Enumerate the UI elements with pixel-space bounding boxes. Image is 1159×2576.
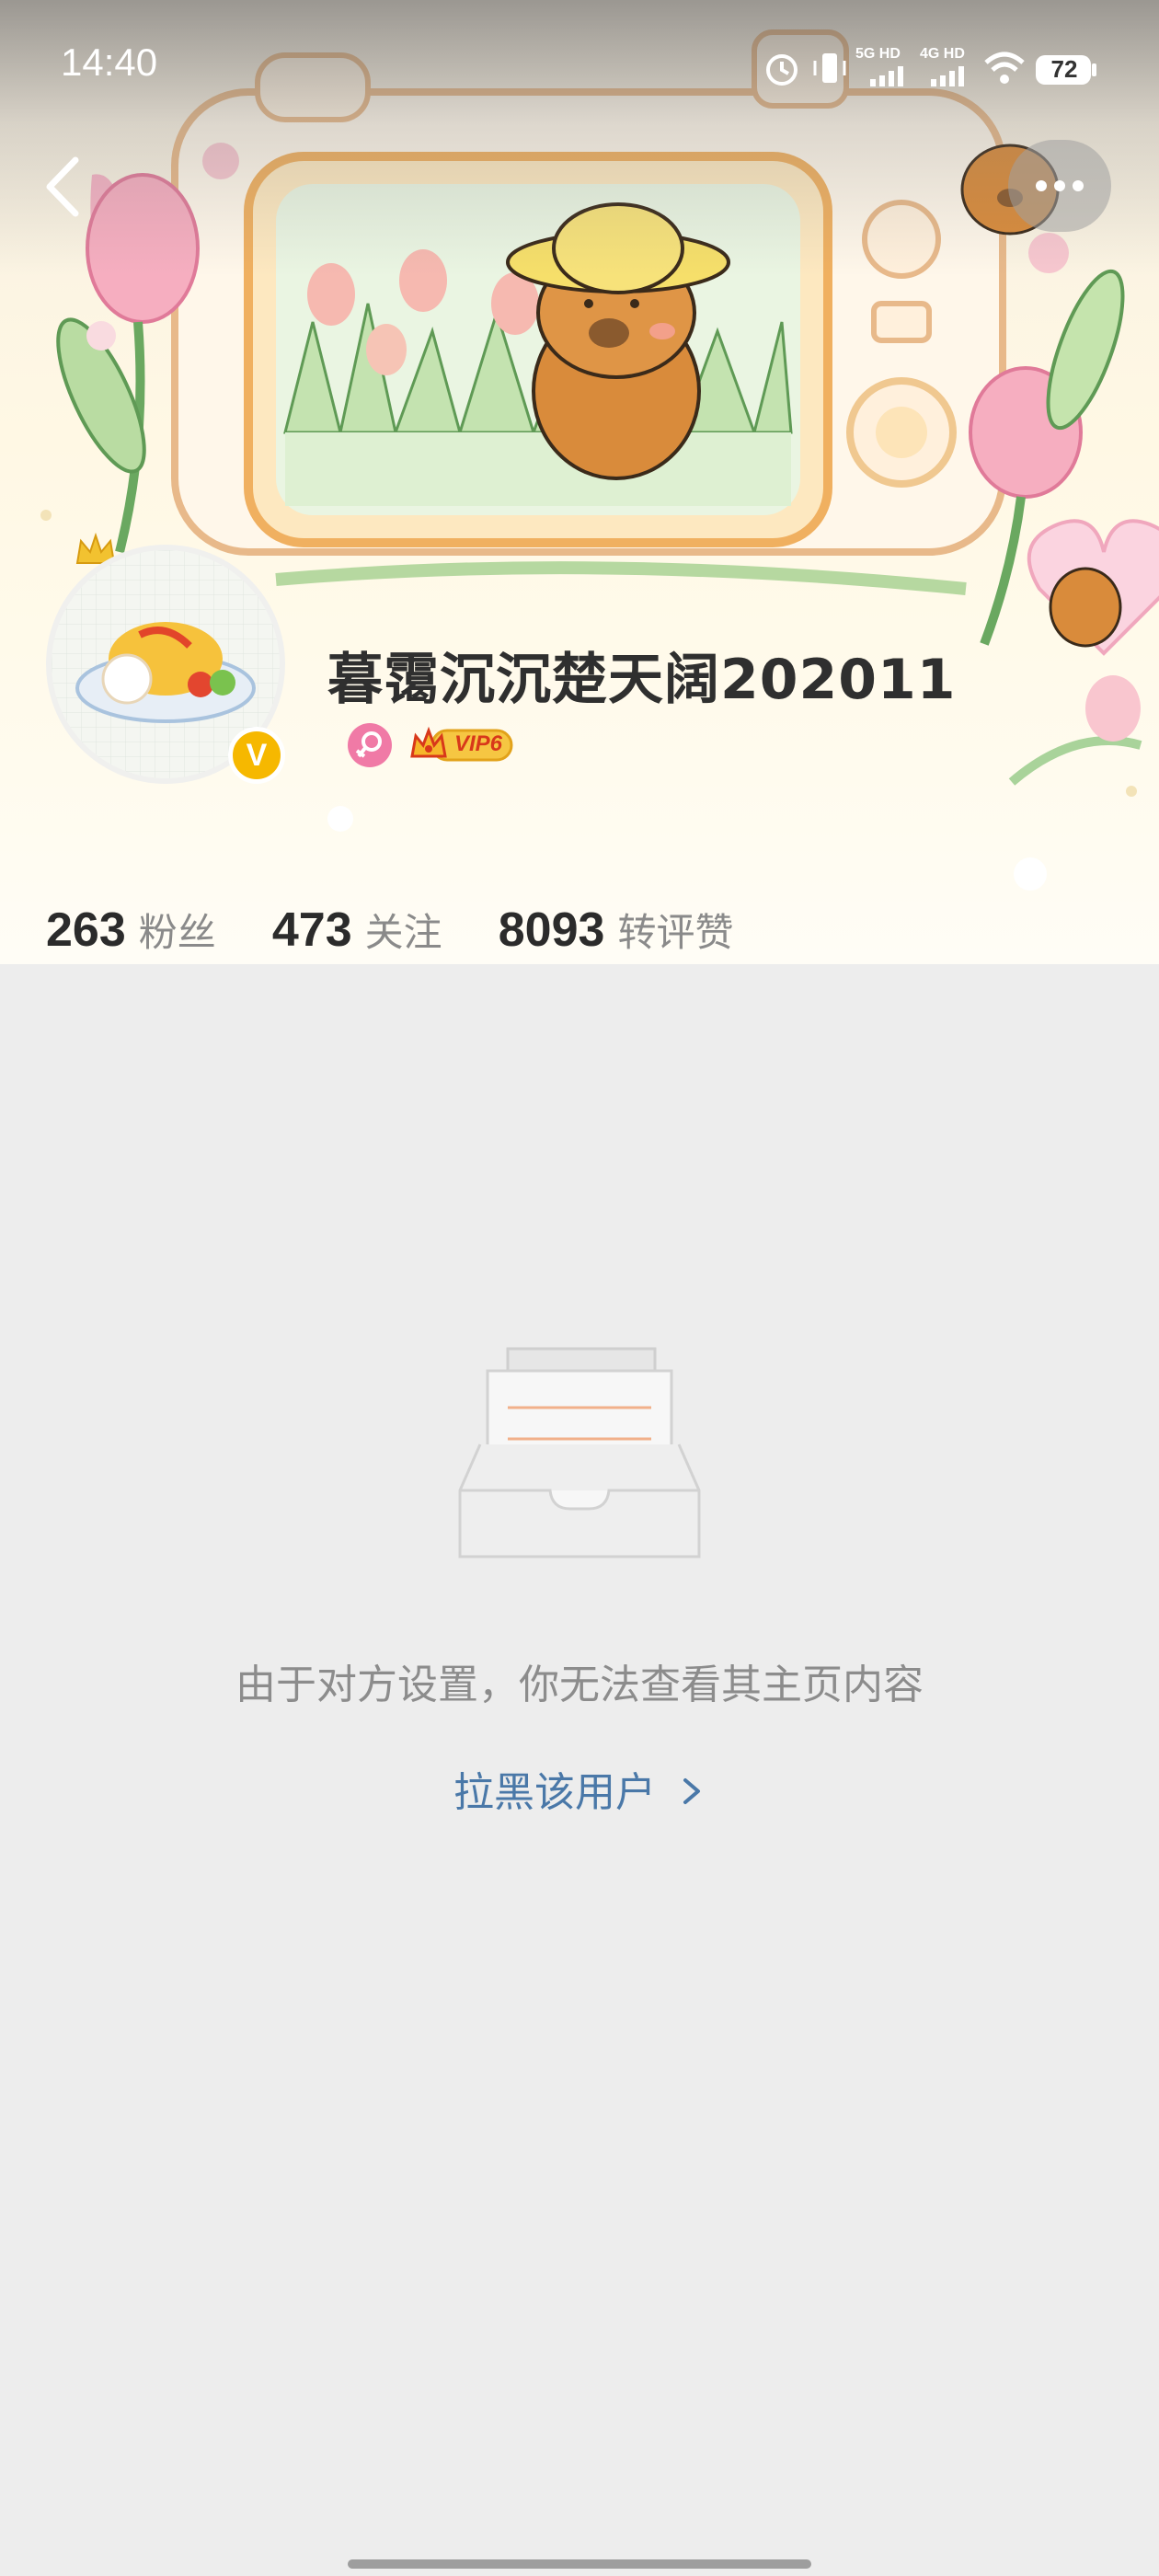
back-button[interactable] [33, 145, 107, 228]
vibrate-icon [813, 53, 846, 83]
signal-5g-label: 5G HD [855, 46, 901, 62]
alarm-icon [766, 54, 798, 86]
wifi-icon [984, 52, 1025, 84]
block-user-label: 拉黑该用户 [453, 1769, 656, 1816]
profile-stats: 263 粉丝 473 关注 8093 转评赞 [46, 902, 785, 957]
stat-value: 473 [271, 903, 352, 957]
more-icon-dot [1073, 180, 1084, 191]
signal-4g-label: 4G HD [920, 46, 965, 62]
username: 暮霭沉沉楚天阔202011 [327, 648, 957, 712]
chevron-left-icon [46, 156, 79, 217]
stat-value: 263 [46, 903, 126, 957]
vip-label: VIP6 [454, 731, 503, 756]
more-icon [1036, 180, 1047, 191]
stat-label: 关注 [364, 910, 442, 955]
stat-label: 转评赞 [617, 910, 734, 955]
block-user-link[interactable]: 拉黑该用户 [0, 1759, 1159, 1818]
stat-followers[interactable]: 263 粉丝 [46, 902, 216, 958]
more-icon-dot [1054, 180, 1065, 191]
profile-header: 14:40 5G HD 4G HD 72 V 暮霭沉沉楚天阔202011 VIP… [0, 0, 1159, 964]
verified-badge: V [228, 727, 285, 784]
stat-label: 粉丝 [138, 910, 216, 955]
stat-value: 8093 [498, 903, 605, 957]
home-indicator[interactable] [348, 2559, 811, 2569]
status-time: 14:40 [61, 40, 158, 84]
empty-inbox-icon [458, 1347, 701, 1558]
gender-symbol [355, 731, 382, 758]
stat-following[interactable]: 473 关注 [272, 902, 442, 958]
signal-5g-icon [870, 66, 903, 86]
battery-level: 72 [1050, 55, 1078, 83]
chevron-right-icon [683, 1778, 700, 1804]
female-icon [348, 723, 392, 767]
privacy-message: 由于对方设置，你无法查看其主页内容 [235, 1662, 924, 1708]
more-button[interactable] [1008, 140, 1111, 232]
status-bar: 14:40 5G HD 4G HD 72 [0, 0, 1159, 138]
signal-4g-icon [931, 66, 964, 86]
stat-interactions[interactable]: 8093 转评赞 [499, 902, 734, 958]
